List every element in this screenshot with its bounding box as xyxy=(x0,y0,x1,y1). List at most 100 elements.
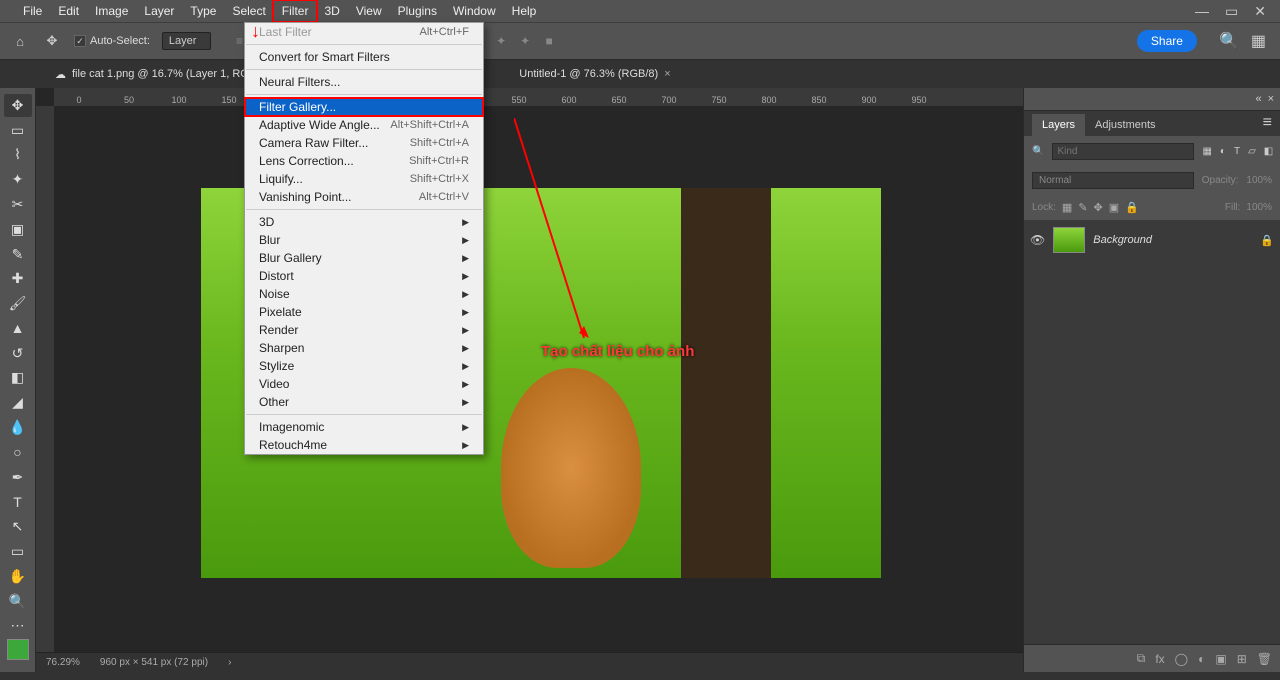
dd-retouch4me[interactable]: Retouch4me▶ xyxy=(245,436,483,454)
move-tool-icon[interactable]: ✥ xyxy=(42,31,62,51)
panel-menu-icon[interactable]: ≡ xyxy=(1255,110,1280,136)
link-icon[interactable]: ⧉ xyxy=(1137,651,1146,666)
pen-tool[interactable]: ✒ xyxy=(4,466,32,489)
layer-thumbnail[interactable] xyxy=(1053,227,1085,253)
dd-video[interactable]: Video▶ xyxy=(245,375,483,393)
collapse-icon[interactable]: « xyxy=(1255,93,1261,105)
dd-lens[interactable]: Lens Correction...Shift+Ctrl+R xyxy=(245,152,483,170)
eyedropper-tool[interactable]: ✎ xyxy=(4,243,32,266)
zoom-tool[interactable]: 🔍 xyxy=(4,590,32,613)
delete-icon[interactable]: 🗑 xyxy=(1257,652,1272,666)
menu-layer[interactable]: Layer xyxy=(136,1,182,21)
search-icon[interactable]: 🔍 xyxy=(1032,146,1044,157)
color-swatch[interactable] xyxy=(7,639,29,660)
minimize-icon[interactable]: — xyxy=(1195,3,1209,20)
lock-icon[interactable]: ✥ xyxy=(1094,201,1103,214)
dd-last-filter[interactable]: Last FilterAlt+Ctrl+F xyxy=(245,23,483,41)
new-layer-icon[interactable]: ⊞ xyxy=(1237,652,1247,666)
lasso-tool[interactable]: ⌇ xyxy=(4,144,32,167)
adjustment-icon[interactable]: ◐ xyxy=(1198,652,1205,666)
layer-row[interactable]: 👁 Background 🔒 xyxy=(1024,222,1280,258)
tab-layers[interactable]: Layers xyxy=(1032,114,1085,136)
dd-3d[interactable]: 3D▶ xyxy=(245,213,483,231)
menu-3d[interactable]: 3D xyxy=(316,1,347,21)
maximize-icon[interactable]: ▭ xyxy=(1225,3,1238,20)
marquee-tool[interactable]: ▭ xyxy=(4,119,32,142)
filter-icon[interactable]: T xyxy=(1234,146,1240,157)
blend-mode-dropdown[interactable]: Normal xyxy=(1032,172,1194,189)
filter-icon[interactable]: ◧ xyxy=(1264,146,1273,157)
3d-icon[interactable]: ✦ xyxy=(515,31,535,51)
menu-filter[interactable]: Filter xyxy=(274,1,317,21)
opacity-value[interactable]: 100% xyxy=(1246,175,1272,186)
lock-pixels-icon[interactable]: ▦ xyxy=(1062,201,1072,214)
dd-noise[interactable]: Noise▶ xyxy=(245,285,483,303)
filter-icon[interactable]: ▦ xyxy=(1202,146,1211,157)
dd-blur[interactable]: Blur▶ xyxy=(245,231,483,249)
selection-tool[interactable]: ✦ xyxy=(4,168,32,191)
hand-tool[interactable]: ✋ xyxy=(4,565,32,588)
fx-icon[interactable]: fx xyxy=(1155,652,1164,666)
zoom-level[interactable]: 76.29% xyxy=(46,657,80,668)
dd-liquify[interactable]: Liquify...Shift+Ctrl+X xyxy=(245,170,483,188)
dd-imagenomic[interactable]: Imagenomic▶ xyxy=(245,418,483,436)
home-icon[interactable]: ⌂ xyxy=(10,31,30,51)
gradient-tool[interactable]: ◢ xyxy=(4,391,32,414)
auto-select-checkbox[interactable]: ✓ xyxy=(74,35,86,47)
fill-value[interactable]: 100% xyxy=(1246,202,1272,213)
brush-tool[interactable]: 🖌 xyxy=(4,292,32,315)
menu-plugins[interactable]: Plugins xyxy=(390,1,445,21)
3d-icon[interactable]: ✦ xyxy=(491,31,511,51)
chevron-right-icon[interactable]: › xyxy=(228,657,231,668)
dd-distort[interactable]: Distort▶ xyxy=(245,267,483,285)
dd-pixelate[interactable]: Pixelate▶ xyxy=(245,303,483,321)
dd-filter-gallery[interactable]: Filter Gallery... xyxy=(245,98,483,116)
filter-icon[interactable]: ▱ xyxy=(1248,146,1256,157)
dd-camera-raw[interactable]: Camera Raw Filter...Shift+Ctrl+A xyxy=(245,134,483,152)
doc-dimensions[interactable]: 960 px × 541 px (72 ppi) xyxy=(100,657,208,668)
dd-adaptive[interactable]: Adaptive Wide Angle...Alt+Shift+Ctrl+A xyxy=(245,116,483,134)
healing-tool[interactable]: ✚ xyxy=(4,267,32,290)
close-icon[interactable]: ✕ xyxy=(1254,3,1266,20)
move-tool[interactable]: ✥ xyxy=(4,94,32,117)
close-tab-icon[interactable]: × xyxy=(664,68,670,80)
canvas-area[interactable]: 050100150 400450500550600650700750800850… xyxy=(36,88,1023,672)
blur-tool[interactable]: 💧 xyxy=(4,416,32,439)
3d-icon[interactable]: ■ xyxy=(539,31,559,51)
lock-icon[interactable]: 🔒 xyxy=(1260,234,1274,247)
group-icon[interactable]: ▣ xyxy=(1215,652,1226,666)
menu-file[interactable]: File xyxy=(15,1,50,21)
share-button[interactable]: Share xyxy=(1137,30,1197,52)
dd-sharpen[interactable]: Sharpen▶ xyxy=(245,339,483,357)
shape-tool[interactable]: ▭ xyxy=(4,540,32,563)
frame-tool[interactable]: ▣ xyxy=(4,218,32,241)
mask-icon[interactable]: ◯ xyxy=(1175,652,1188,666)
dd-other[interactable]: Other▶ xyxy=(245,393,483,411)
history-brush-tool[interactable]: ↺ xyxy=(4,342,32,365)
lock-position-icon[interactable]: ✎ xyxy=(1078,201,1087,214)
visibility-icon[interactable]: 👁 xyxy=(1030,233,1045,247)
lock-artboard-icon[interactable]: ▣ xyxy=(1109,201,1119,214)
dodge-tool[interactable]: ○ xyxy=(4,441,32,464)
search-icon[interactable]: 🔍 xyxy=(1219,31,1239,51)
layer-dropdown[interactable]: Layer xyxy=(162,32,212,50)
crop-tool[interactable]: ✂ xyxy=(4,193,32,216)
dd-render[interactable]: Render▶ xyxy=(245,321,483,339)
workspace-icon[interactable]: ▦ xyxy=(1251,31,1266,51)
path-tool[interactable]: ↖ xyxy=(4,515,32,538)
lock-all-icon[interactable]: 🔒 xyxy=(1125,201,1139,214)
type-tool[interactable]: T xyxy=(4,491,32,514)
filter-icon[interactable]: ◐ xyxy=(1220,146,1226,157)
dd-stylize[interactable]: Stylize▶ xyxy=(245,357,483,375)
kind-filter-input[interactable] xyxy=(1052,143,1194,160)
menu-image[interactable]: Image xyxy=(87,1,136,21)
close-panel-icon[interactable]: × xyxy=(1268,93,1274,105)
dd-neural[interactable]: Neural Filters... xyxy=(245,73,483,91)
document-tab[interactable]: Untitled-1 @ 76.3% (RGB/8)× xyxy=(509,68,680,80)
menu-window[interactable]: Window xyxy=(445,1,504,21)
layer-name[interactable]: Background xyxy=(1093,234,1152,246)
stamp-tool[interactable]: ▲ xyxy=(4,317,32,340)
eraser-tool[interactable]: ◧ xyxy=(4,367,32,390)
more-tools[interactable]: ⋯ xyxy=(4,614,32,637)
dd-blur-gallery[interactable]: Blur Gallery▶ xyxy=(245,249,483,267)
